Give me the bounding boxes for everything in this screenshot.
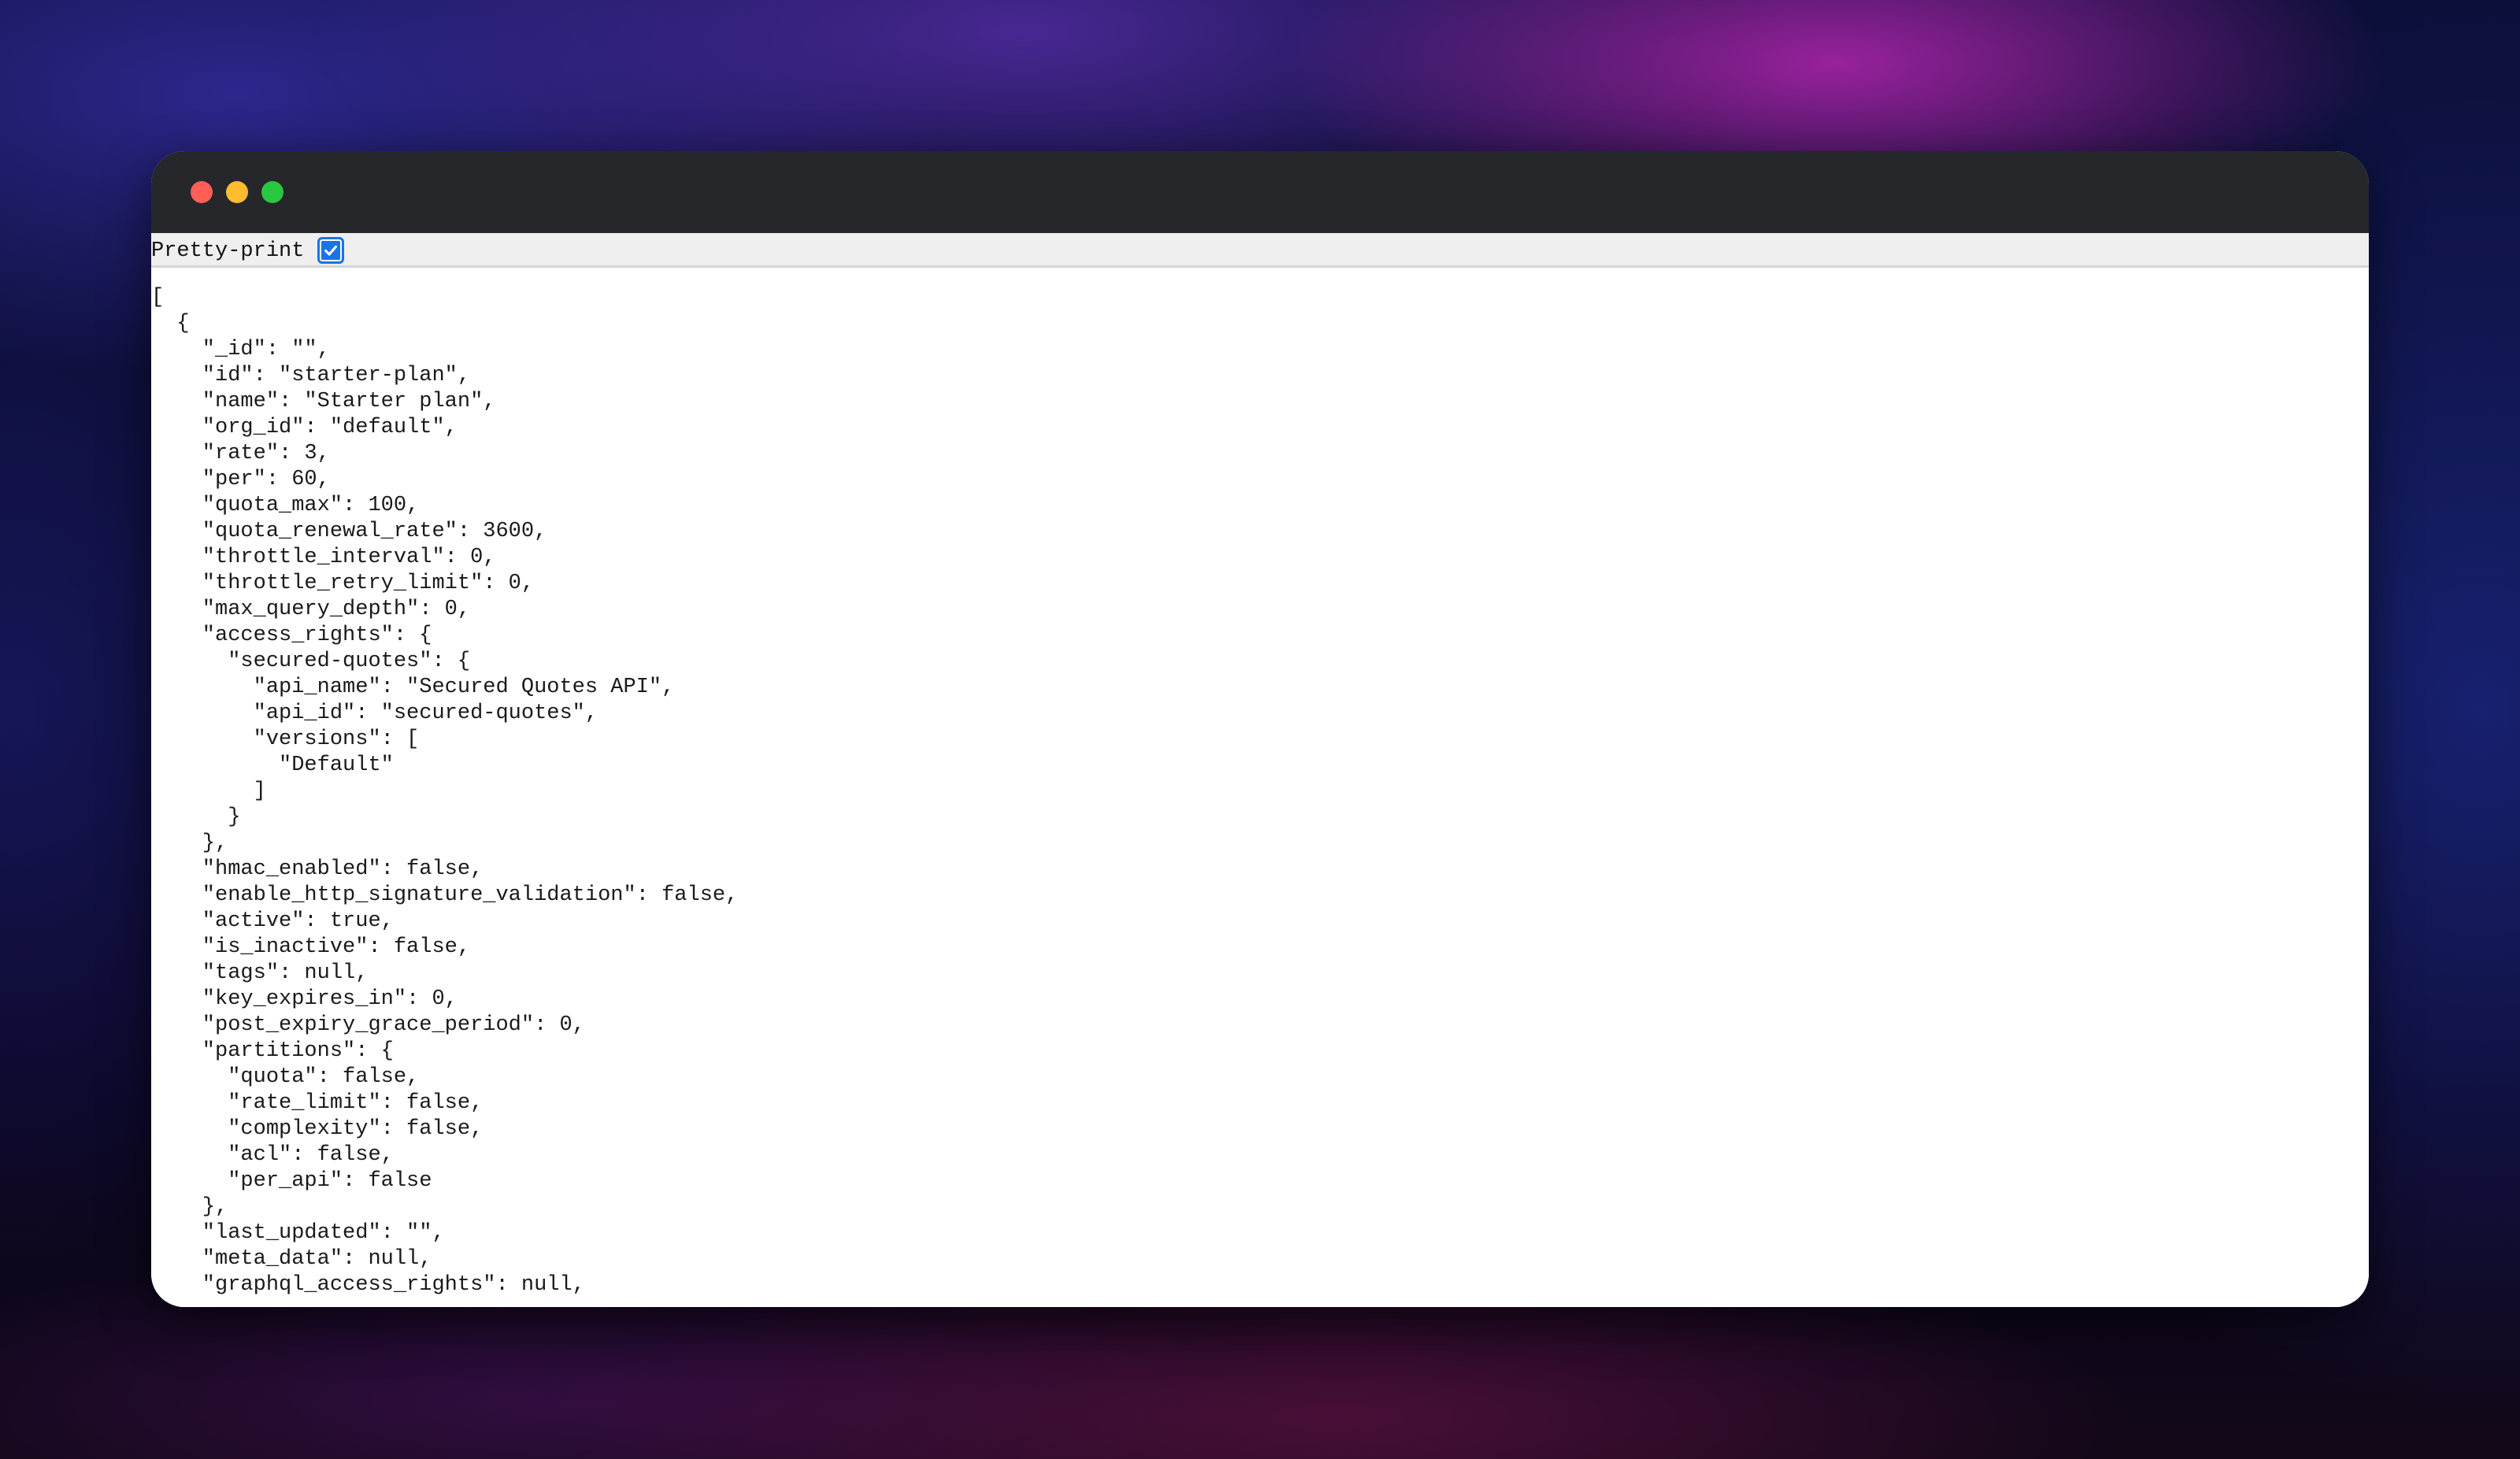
json-line: ] xyxy=(151,779,266,803)
json-line: "api_id": "secured-quotes", xyxy=(151,702,598,725)
json-line: "tags": null, xyxy=(151,961,369,985)
checkmark-icon xyxy=(324,245,337,256)
title-bar xyxy=(151,151,2369,233)
json-line: "quota_max": 100, xyxy=(151,494,420,517)
json-line: "per": 60, xyxy=(151,468,330,491)
json-line: "last_updated": "", xyxy=(151,1221,445,1245)
json-line: "is_inactive": false, xyxy=(151,935,471,959)
json-line: "rate": 3, xyxy=(151,442,330,465)
json-line: "throttle_interval": 0, xyxy=(151,546,496,569)
json-line: "api_name": "Secured Quotes API", xyxy=(151,676,675,699)
json-line: "id": "starter-plan", xyxy=(151,364,471,387)
zoom-window-button[interactable] xyxy=(261,181,284,203)
json-line: [ xyxy=(151,286,165,309)
json-line: "active": true, xyxy=(151,909,394,933)
json-line: }, xyxy=(151,831,228,855)
json-line: "max_query_depth": 0, xyxy=(151,598,471,621)
json-line: "quota_renewal_rate": 3600, xyxy=(151,520,547,543)
json-line: "key_expires_in": 0, xyxy=(151,987,458,1011)
json-line: "org_id": "default", xyxy=(151,416,458,439)
json-line: "rate_limit": false, xyxy=(151,1091,484,1115)
browser-window: Pretty-print [ { "_id": "", "id": "start… xyxy=(151,151,2369,1307)
json-line: "partitions": { xyxy=(151,1039,394,1063)
json-line: "quota": false, xyxy=(151,1065,420,1089)
json-line: } xyxy=(151,805,241,829)
pretty-print-bar: Pretty-print xyxy=(151,233,2369,268)
json-line: "per_api": false xyxy=(151,1169,432,1193)
pretty-print-checkbox[interactable] xyxy=(317,237,344,264)
json-line: "graphql_access_rights": null, xyxy=(151,1273,585,1297)
json-line: }, xyxy=(151,1195,228,1219)
json-line: "meta_data": null, xyxy=(151,1247,432,1271)
json-line: "complexity": false, xyxy=(151,1117,484,1141)
json-content: [ { "_id": "", "id": "starter-plan", "na… xyxy=(151,285,2369,1307)
json-line: { xyxy=(151,312,190,335)
json-line: "enable_http_signature_validation": fals… xyxy=(151,883,739,907)
json-line: "secured-quotes": { xyxy=(151,650,471,673)
pretty-print-label: Pretty-print xyxy=(151,239,305,263)
json-line: "name": "Starter plan", xyxy=(151,390,496,413)
json-line: "access_rights": { xyxy=(151,624,432,647)
json-line: "Default" xyxy=(151,754,394,777)
json-line: "post_expiry_grace_period": 0, xyxy=(151,1013,585,1037)
close-window-button[interactable] xyxy=(191,181,213,203)
minimize-window-button[interactable] xyxy=(226,181,248,203)
json-line: "hmac_enabled": false, xyxy=(151,857,484,881)
json-line: "versions": [ xyxy=(151,728,420,751)
json-line: "_id": "", xyxy=(151,338,330,361)
json-line: "throttle_retry_limit": 0, xyxy=(151,572,535,595)
json-line: "acl": false, xyxy=(151,1143,394,1167)
